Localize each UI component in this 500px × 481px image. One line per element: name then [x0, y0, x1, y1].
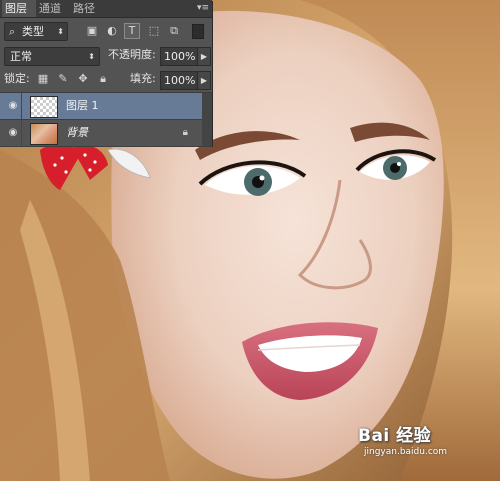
layer-row-layer1[interactable]: ◉ 图层 1 [0, 93, 212, 120]
lock-label: 锁定: [4, 72, 30, 85]
adjustment-filter-icon[interactable]: ◐ [104, 23, 120, 39]
watermark-url: jingyan.baidu.com [364, 447, 448, 457]
fill-label: 填充: [130, 72, 156, 85]
tab-layers[interactable]: 图层 [2, 0, 36, 17]
opacity-label: 不透明度: [108, 48, 156, 61]
layers-panel: 图层 通道 路径 ▾≡ ⌕ 类型 ⬍ ▣ ◐ T ⬚ ⧉ 正常 ⬍ 不透明度: … [0, 0, 212, 147]
search-icon: ⌕ [9, 25, 16, 38]
pixel-filter-icon[interactable]: ▣ [84, 23, 100, 39]
filter-kind-label: 类型 [22, 25, 44, 38]
panel-tab-bar: 图层 通道 路径 ▾≡ [0, 0, 212, 18]
lock-all-icon[interactable]: 🔒︎ [96, 72, 110, 86]
shape-filter-icon[interactable]: ⬚ [146, 23, 162, 39]
smart-object-filter-icon[interactable]: ⧉ [166, 23, 182, 39]
opacity-dropdown-arrow-icon[interactable]: ▶ [197, 47, 211, 66]
lock-transparent-pixels-icon[interactable]: ▦ [36, 72, 50, 86]
lock-image-pixels-icon[interactable]: ✎ [56, 72, 70, 86]
layer-name: 图层 1 [66, 99, 99, 112]
stepper-arrows-icon: ⬍ [88, 52, 95, 61]
lock-fill-row: 锁定: ▦ ✎ ✥ 🔒︎ 填充: 100% ▶ [0, 68, 212, 93]
panel-menu-icon[interactable]: ▾≡ [196, 2, 210, 14]
blend-opacity-row: 正常 ⬍ 不透明度: 100% ▶ [0, 44, 212, 68]
panel-scrollbar[interactable] [202, 93, 212, 146]
layer-thumbnail [30, 123, 58, 145]
filter-kind-dropdown[interactable]: ⌕ 类型 ⬍ [4, 22, 68, 41]
opacity-input[interactable]: 100% [160, 47, 199, 66]
layer-row-background[interactable]: ◉ 背景 🔒︎ [0, 120, 212, 147]
layer-filter-row: ⌕ 类型 ⬍ ▣ ◐ T ⬚ ⧉ [0, 18, 212, 44]
watermark-logo: Bai 经验 [358, 426, 432, 446]
visibility-eye-icon[interactable]: ◉ [5, 120, 22, 146]
tab-paths[interactable]: 路径 [70, 0, 104, 17]
stepper-arrows-icon: ⬍ [57, 27, 64, 36]
layer-name: 背景 [66, 126, 88, 139]
fill-dropdown-arrow-icon[interactable]: ▶ [197, 71, 211, 90]
blend-mode-value: 正常 [10, 50, 32, 63]
blend-mode-dropdown[interactable]: 正常 ⬍ [4, 47, 100, 66]
filter-toggle-switch[interactable] [192, 24, 204, 39]
tab-channels[interactable]: 通道 [36, 0, 70, 17]
layer-thumbnail [30, 96, 58, 118]
type-filter-icon[interactable]: T [124, 23, 140, 39]
lock-position-icon[interactable]: ✥ [76, 72, 90, 86]
visibility-eye-icon[interactable]: ◉ [5, 93, 22, 119]
fill-input[interactable]: 100% [160, 71, 199, 90]
baidu-jingyan-watermark: Bai 经验 jingyan.baidu.com [358, 421, 478, 463]
layer-lock-icon: 🔒︎ [182, 127, 188, 138]
